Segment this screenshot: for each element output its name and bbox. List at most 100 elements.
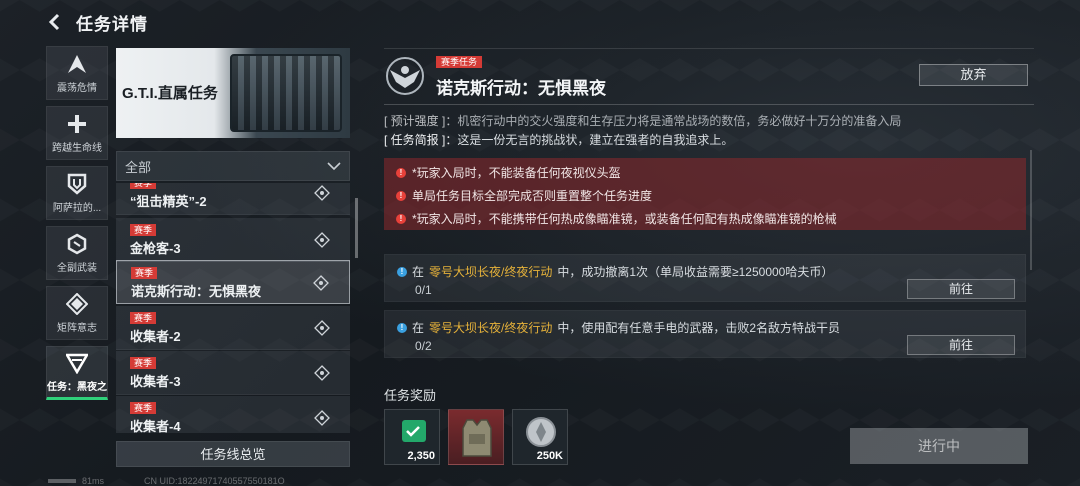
info-icon: !	[397, 322, 407, 333]
task-objective: ! 在零号大坝长夜/终夜行动 中，使用配有任意手电的武器，击败2名敌方特战干员 0…	[384, 310, 1026, 358]
warning-icon: !	[396, 167, 406, 178]
rewards-label: 任务奖励	[384, 388, 437, 403]
rail-item-label: 任务：黑夜之	[47, 381, 107, 393]
restriction-text: 单局任务目标全部完成否则重置整个任务进度	[412, 189, 653, 203]
eagle-emblem-icon	[386, 57, 424, 95]
page-title: 任务详情	[76, 14, 148, 34]
rail-item-armed[interactable]: 全副武装	[46, 226, 108, 280]
list-item[interactable]: 赛季 收集者-4	[116, 396, 350, 433]
season-tag: 赛季	[130, 183, 157, 189]
mission-line-banner: G.T.I.直属任务	[116, 48, 350, 138]
target-icon	[314, 365, 330, 381]
green-token-icon	[402, 420, 426, 442]
season-tag: 赛季	[130, 224, 157, 236]
rail-item-matrix[interactable]: 矩阵意志	[46, 286, 108, 340]
list-item[interactable]: 赛季 金枪客-3	[116, 218, 350, 262]
rail-item-label: 阿萨拉的...	[52, 202, 102, 214]
silver-coin-icon	[526, 417, 556, 447]
rail-item-night-mission[interactable]: 任务：黑夜之	[46, 346, 108, 400]
reward-item[interactable]: 2,350	[384, 409, 440, 465]
filter-value: 全部	[125, 159, 152, 175]
task-map: 零号大坝长夜/终夜行动	[429, 321, 553, 335]
task-suffix: 中，使用配有任意手电的武器，击败2名敌方特战干员	[557, 321, 841, 335]
plus-icon	[68, 114, 86, 133]
target-icon	[314, 320, 330, 336]
task-map: 零号大坝长夜/终夜行动	[429, 265, 553, 279]
brief-key: [ 任务简报 ]：	[384, 133, 458, 147]
task-prefix: 在	[412, 265, 425, 279]
ping-value: 81ms	[82, 476, 105, 486]
season-tag: 赛季	[131, 267, 158, 279]
intensity-key: [ 预计强度 ]：	[384, 114, 458, 128]
brief-text: 这是一份无言的挑战状，建立在强者的自我追求上。	[457, 133, 734, 147]
divider	[384, 104, 1034, 105]
mission-name: 诺克斯行动：无惧黑夜	[131, 284, 262, 299]
abandon-button[interactable]: 放弃	[919, 64, 1028, 86]
restriction-item: ! 单局任务目标全部完成否则重置整个任务进度	[396, 187, 652, 204]
task-progress: 0/1	[415, 283, 432, 297]
mission-title: 诺克斯行动：无惧黑夜	[436, 79, 606, 98]
v-emblem-icon	[66, 353, 88, 374]
restriction-text: *玩家入局时，不能携带任何热成像瞄准镜，或装备任何配有热成像瞄准镜的枪械	[412, 212, 837, 226]
mission-name: 金枪客-3	[130, 241, 181, 256]
rail-item-label: 震荡危情	[57, 82, 97, 94]
season-tag: 赛季	[130, 312, 157, 324]
list-scrollbar[interactable]	[355, 198, 358, 258]
list-item[interactable]: 赛季 “狙击精英”-2	[116, 183, 350, 215]
mission-name: 收集者-4	[130, 419, 181, 433]
task-text: ! 在零号大坝长夜/终夜行动 中，使用配有任意手电的武器，击败2名敌方特战干员	[397, 319, 840, 336]
task-progress: 0/2	[415, 339, 432, 353]
rail-item-label: 全副武装	[57, 262, 97, 274]
rail-item-label: 跨越生命线	[52, 142, 102, 154]
target-icon	[313, 275, 329, 291]
page-header: 任务详情	[44, 8, 148, 36]
rail-item-label: 矩阵意志	[57, 322, 97, 334]
chevron-down-icon	[327, 162, 341, 171]
task-prefix: 在	[412, 321, 425, 335]
season-mission-tag: 赛季任务	[436, 56, 483, 68]
mission-line-overview-button[interactable]: 任务线总览	[116, 441, 350, 467]
detail-scrollbar[interactable]	[1030, 150, 1032, 270]
season-tag: 赛季	[130, 402, 157, 414]
reward-quantity: 2,350	[407, 450, 435, 462]
info-icon: !	[397, 266, 407, 277]
mission-name: 收集者-3	[130, 374, 181, 389]
armor-vest-icon	[462, 419, 492, 457]
a-chevron-icon	[68, 54, 86, 73]
restriction-text: *玩家入局时，不能装备任何夜视仪头盔	[412, 166, 621, 180]
warning-icon: !	[396, 213, 406, 224]
shield-icon	[67, 173, 87, 195]
user-uid: CN UID:18224971740557550181O	[144, 476, 285, 486]
task-suffix: 中，成功撤离1次（单局收益需要≥1250000哈夫币）	[557, 265, 834, 279]
mission-name: 收集者-2	[130, 329, 181, 344]
list-item[interactable]: 赛季 收集者-2	[116, 306, 350, 350]
list-item[interactable]: 赛季 收集者-3	[116, 351, 350, 395]
warning-icon: !	[396, 190, 406, 201]
target-icon	[314, 185, 330, 201]
rail-item-lifeline[interactable]: 跨越生命线	[46, 106, 108, 160]
hex-icon	[67, 233, 87, 254]
in-progress-button: 进行中	[850, 428, 1028, 464]
banner-title: G.T.I.直属任务	[122, 85, 218, 102]
list-item-selected[interactable]: 赛季 诺克斯行动：无惧黑夜	[116, 260, 350, 304]
target-icon	[314, 232, 330, 248]
reward-item[interactable]	[448, 409, 504, 465]
mission-list[interactable]: 赛季 “狙击精英”-2 赛季 金枪客-3 赛季 诺克斯行动：无惧黑夜 赛季 收集…	[116, 183, 350, 433]
rail-item-tremor[interactable]: 震荡危情	[46, 46, 108, 100]
task-text: ! 在零号大坝长夜/终夜行动 中，成功撤离1次（单局收益需要≥1250000哈夫币…	[397, 263, 833, 280]
rail-item-asala[interactable]: 阿萨拉的...	[46, 166, 108, 220]
restriction-item: ! *玩家入局时，不能携带任何热成像瞄准镜，或装备任何配有热成像瞄准镜的枪械	[396, 210, 837, 227]
season-tag: 赛季	[130, 357, 157, 369]
network-ping: 81ms	[48, 476, 104, 486]
goto-button[interactable]: 前往	[907, 279, 1015, 299]
reward-item[interactable]: 250K	[512, 409, 568, 465]
divider	[384, 48, 1034, 49]
back-arrow-icon[interactable]	[44, 11, 66, 33]
filter-dropdown[interactable]: 全部	[116, 151, 350, 181]
intensity-text: 机密行动中的交火强度和生存压力将是通常战场的数倍，务必做好十万分的准备入局	[457, 114, 902, 128]
mission-name: “狙击精英”-2	[130, 194, 207, 209]
goto-button[interactable]: 前往	[907, 335, 1015, 355]
mission-detail-panel: 赛季任务 诺克斯行动：无惧黑夜 放弃 [ 预计强度 ]：机密行动中的交火强度和生…	[384, 48, 1034, 472]
restriction-item: ! *玩家入局时，不能装备任何夜视仪头盔	[396, 164, 621, 181]
left-rail: 震荡危情 跨越生命线 阿萨拉的... 全副武装 矩阵意志 任务：黑夜之	[46, 46, 108, 406]
